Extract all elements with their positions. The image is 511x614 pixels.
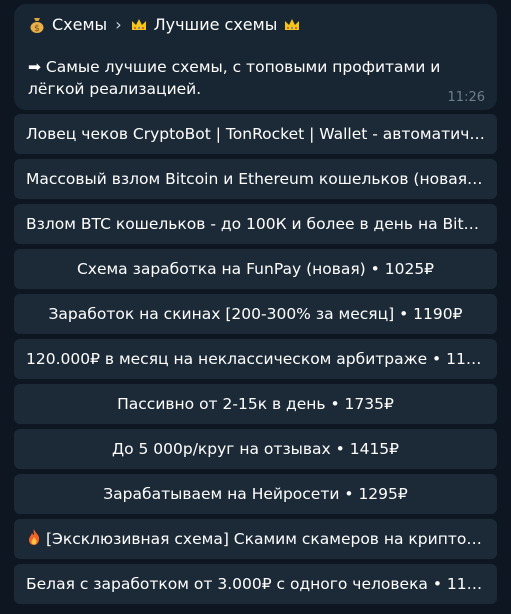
keyboard-button[interactable]: Схема заработка на FunPay (новая) • 1025… — [14, 249, 497, 289]
keyboard-button-label: Массовый взлом Bitcoin и Ethereum кошель… — [26, 170, 485, 188]
crown-icon — [130, 16, 148, 34]
message-time: 11:26 — [447, 90, 485, 105]
keyboard-button-label: Заработок на скинах [200-300% за месяц] … — [48, 305, 463, 323]
breadcrumb-current: Лучшие схемы — [153, 15, 278, 34]
keyboard-button[interactable]: Пассивно от 2-15к в день • 1735₽ — [14, 384, 497, 424]
keyboard-button-label: [Эксклюзивная схема] Скамим скамеров на … — [46, 530, 485, 548]
keyboard-button-label: Зарабатываем на Нейросети • 1295₽ — [103, 485, 408, 503]
breadcrumb-root: Схемы — [52, 15, 108, 34]
keyboard-button-label: 120.000₽ в месяц на неклассическом арбит… — [26, 350, 485, 368]
keyboard-button-label: Белая с заработком от 3.000₽ с одного че… — [26, 575, 485, 593]
keyboard-button-label: До 5 000р/круг на отзывах • 1415₽ — [111, 440, 400, 458]
money-bag-icon: $ — [28, 16, 46, 34]
inline-keyboard: Ловец чеков CryptoBot | TonRocket | Wall… — [14, 114, 497, 609]
keyboard-button[interactable]: 120.000₽ в месяц на неклассическом арбит… — [14, 339, 497, 379]
message-title: $ Схемы › Лучшие схемы — [28, 14, 483, 36]
keyboard-button-label: Пассивно от 2-15к в день • 1735₽ — [117, 395, 394, 413]
message-bubble: $ Схемы › Лучшие схемы ➡ Самые лучшие сх… — [14, 4, 497, 110]
crown-icon — [283, 16, 301, 34]
message-body: ➡ Самые лучшие схемы, с топовыми профита… — [28, 58, 441, 98]
fire-icon — [26, 528, 42, 550]
keyboard-button[interactable]: Массовый взлом Bitcoin и Ethereum кошель… — [14, 159, 497, 199]
keyboard-button[interactable]: До 5 000р/круг на отзывах • 1415₽ — [14, 429, 497, 469]
keyboard-button-label: Схема заработка на FunPay (новая) • 1025… — [76, 260, 435, 278]
keyboard-button[interactable]: Белая с заработком от 3.000₽ с одного че… — [14, 564, 497, 604]
keyboard-button[interactable]: [Эксклюзивная схема] Скамим скамеров на … — [14, 519, 497, 559]
keyboard-button[interactable]: Заработок на скинах [200-300% за месяц] … — [14, 294, 497, 334]
keyboard-button[interactable]: Взлом BTC кошельков - до 100К и более в … — [14, 204, 497, 244]
keyboard-button[interactable]: Зарабатываем на Нейросети • 1295₽ — [14, 474, 497, 514]
keyboard-button-label: Ловец чеков CryptoBot | TonRocket | Wall… — [26, 125, 485, 143]
svg-text:$: $ — [34, 24, 40, 34]
breadcrumb-separator: › — [115, 15, 122, 34]
keyboard-button-label: Взлом BTC кошельков - до 100К и более в … — [26, 215, 485, 233]
chat-view: $ Схемы › Лучшие схемы ➡ Самые лучшие сх… — [0, 0, 511, 614]
keyboard-button[interactable]: Ловец чеков CryptoBot | TonRocket | Wall… — [14, 114, 497, 154]
